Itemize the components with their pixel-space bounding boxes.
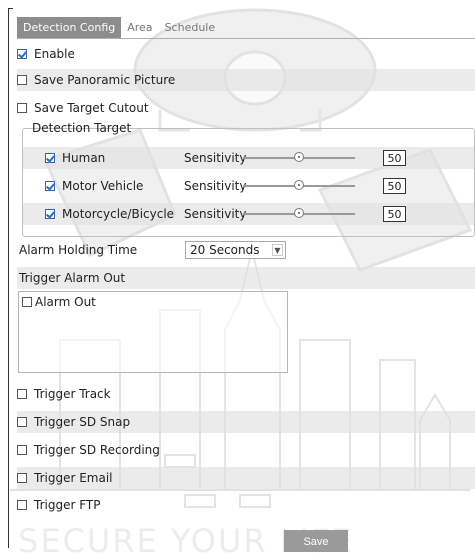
tab-underline [17,38,475,39]
alarm-out-label: Alarm Out [35,295,96,309]
trigger-alarm-out-label: Trigger Alarm Out [19,271,126,285]
trigger-track-checkbox[interactable] [17,388,27,399]
save-target-cutout-checkbox[interactable] [17,102,27,113]
enable-row[interactable]: Enable [17,43,75,65]
slider-knob[interactable] [294,152,304,162]
tab-detection-config[interactable]: Detection Config [17,17,122,38]
trigger-sd-recording-checkbox[interactable] [17,444,27,455]
trigger-ftp-label: Trigger FTP [34,498,101,512]
save-target-cutout-row[interactable]: Save Target Cutout [17,97,149,119]
trigger-track-label: Trigger Track [34,387,111,401]
human-sensitivity-slider[interactable] [243,152,355,162]
motor-vehicle-checkbox[interactable] [45,180,55,191]
save-panoramic-row[interactable]: Save Panoramic Picture [17,69,175,91]
target-row-motor-vehicle: Motor Vehicle Sensitivity 50 [45,175,465,197]
motorcycle-bicycle-sensitivity-value[interactable]: 50 [383,206,406,222]
motor-vehicle-sensitivity-slider[interactable] [243,180,355,190]
enable-label: Enable [34,47,75,61]
save-panoramic-checkbox[interactable] [17,74,27,85]
save-target-cutout-label: Save Target Cutout [34,101,149,115]
trigger-sd-snap-checkbox[interactable] [17,416,27,427]
target-row-human: Human Sensitivity 50 [45,147,465,169]
human-sensitivity-value[interactable]: 50 [383,150,406,166]
alarm-out-checkbox[interactable] [22,296,32,307]
alarm-holding-time-value: 20 Seconds [190,243,260,257]
frame-left-border [8,8,9,548]
trigger-ftp-checkbox[interactable] [17,499,27,510]
alarm-holding-time-select[interactable]: 20 Seconds ▼ [185,241,286,259]
motorcycle-bicycle-sensitivity-slider[interactable] [243,208,355,218]
detection-target-legend: Detection Target [32,121,132,135]
trigger-email-label: Trigger Email [34,471,113,485]
motor-vehicle-sensitivity-value[interactable]: 50 [383,178,406,194]
trigger-sd-snap-row[interactable]: Trigger SD Snap [17,411,130,433]
trigger-ftp-row[interactable]: Trigger FTP [17,494,100,516]
frame-corner-tick [8,8,13,9]
enable-checkbox[interactable] [17,48,27,59]
motorcycle-bicycle-sensitivity-label: Sensitivity [184,207,247,221]
human-sensitivity-label: Sensitivity [184,151,247,165]
tab-bar: Detection Config Area Schedule [17,17,221,38]
human-checkbox[interactable] [45,152,55,163]
motor-vehicle-sensitivity-label: Sensitivity [184,179,247,193]
motor-vehicle-label: Motor Vehicle [62,179,144,193]
alarm-out-list[interactable]: Alarm Out [18,291,288,373]
trigger-sd-recording-row[interactable]: Trigger SD Recording [17,439,160,461]
human-label: Human [62,151,106,165]
trigger-email-checkbox[interactable] [17,472,27,483]
alarm-out-item[interactable]: Alarm Out [22,294,96,310]
trigger-email-row[interactable]: Trigger Email [17,467,113,489]
slider-knob[interactable] [294,208,304,218]
trigger-track-row[interactable]: Trigger Track [17,383,111,405]
motorcycle-bicycle-label: Motorcycle/Bicycle [62,207,175,221]
save-panoramic-label: Save Panoramic Picture [34,73,176,87]
alarm-holding-time-label: Alarm Holding Time [19,243,138,257]
motorcycle-bicycle-checkbox[interactable] [45,208,55,219]
save-button[interactable]: Save [284,530,348,552]
trigger-sd-recording-label: Trigger SD Recording [34,443,160,457]
tab-schedule[interactable]: Schedule [159,17,222,38]
trigger-sd-snap-label: Trigger SD Snap [34,415,131,429]
slider-knob[interactable] [294,180,304,190]
chevron-down-icon[interactable]: ▼ [272,244,283,256]
tab-area[interactable]: Area [121,17,158,38]
target-row-motorcycle-bicycle: Motorcycle/Bicycle Sensitivity 50 [45,203,465,225]
